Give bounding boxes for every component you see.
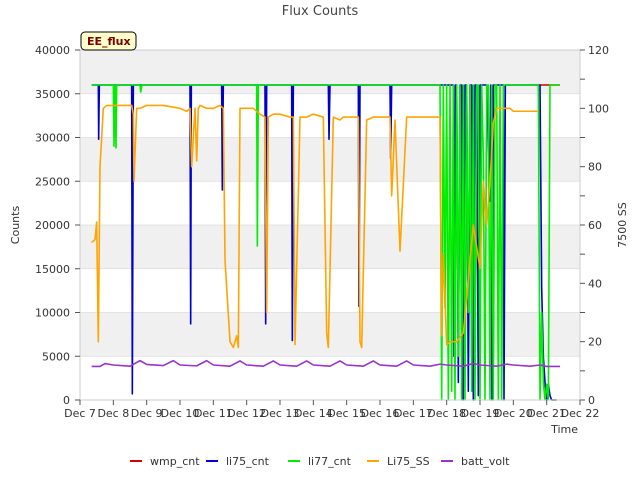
- y-tick-label: 20000: [35, 219, 70, 232]
- y2-axis-title: 7500 SS: [616, 202, 629, 247]
- y-tick-label: 25000: [35, 175, 70, 188]
- legend-label: li77_cnt: [308, 455, 352, 468]
- flux-counts-chart: Dec 7 Dec 8 Dec 9Dec 10Dec 11Dec 12Dec 13D…: [0, 0, 640, 480]
- legend-label: Li75_SS: [387, 455, 430, 468]
- y-tick-label: 15000: [35, 263, 70, 276]
- y-tick-label: 35000: [35, 88, 70, 101]
- y2-tick-label: 0: [588, 394, 595, 407]
- legend-label: wmp_cnt: [150, 455, 200, 468]
- x-tick-label: Dec 9: [131, 407, 163, 420]
- x-axis-title: Time: [550, 423, 578, 436]
- legend-label: batt_volt: [461, 455, 510, 468]
- y2-tick-label: 120: [588, 44, 609, 57]
- y-tick-label: 10000: [35, 307, 70, 320]
- y-tick-label: 30000: [35, 132, 70, 145]
- y-tick-label: 5000: [42, 350, 70, 363]
- annotation-box: EE_flux: [80, 31, 137, 51]
- y2-tick-label: 80: [588, 161, 602, 174]
- y2-tick-label: 60: [588, 219, 602, 232]
- x-tick-label: Dec 7: [64, 407, 96, 420]
- y-tick-label: 0: [63, 394, 70, 407]
- y-axis-title: Counts: [9, 206, 22, 245]
- x-tick-label: Dec 8: [97, 407, 129, 420]
- y2-tick-label: 40: [588, 277, 602, 290]
- y2-tick-label: 100: [588, 102, 609, 115]
- y-tick-label: 40000: [35, 44, 70, 57]
- chart-title: Flux Counts: [282, 4, 359, 19]
- x-tick-label: Dec 22: [561, 407, 600, 420]
- legend-label: li75_cnt: [226, 455, 270, 468]
- annotation-label: EE_flux: [87, 35, 131, 48]
- y2-tick-label: 20: [588, 336, 602, 349]
